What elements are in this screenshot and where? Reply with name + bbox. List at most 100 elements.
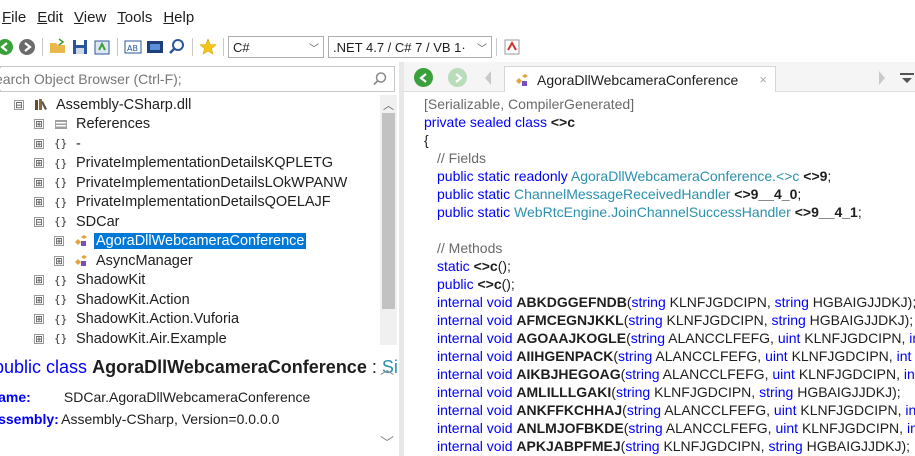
code-keyword: internal void [437, 330, 517, 346]
language-version-select[interactable]: .NET 4.7 / C# 7 / VB 1· ﹀ [328, 36, 492, 58]
code-member-name[interactable]: <>9__4_1 [795, 204, 858, 220]
tree-scrollbar[interactable]: ︿ ﹀ [380, 95, 397, 378]
expand-toggle-icon[interactable]: ⊞ [34, 275, 44, 286]
expand-toggle-icon[interactable]: ⊞ [34, 314, 44, 325]
scroll-up-icon[interactable]: ︿ [383, 97, 394, 113]
tree-node[interactable]: ⊞ {} ShadowKit [34, 271, 147, 291]
code-member-name[interactable]: <>9__4_0 [734, 186, 797, 202]
code-keyword: string [774, 294, 813, 310]
nav-forward-button[interactable] [448, 68, 467, 87]
tree-node[interactable]: ⊞ References [34, 115, 152, 135]
code-member-name[interactable]: <>c [477, 276, 501, 292]
code-keyword: uint [775, 420, 802, 436]
menu-edit[interactable]: Edit [35, 9, 72, 26]
tree-node-label: PrivateImplementationDetailsQOELAJF [76, 194, 331, 211]
forward-button[interactable] [18, 38, 36, 56]
all-members-icon [147, 41, 163, 53]
code-member-name[interactable]: ABKDGGEFNDB [516, 294, 626, 310]
code-member-name[interactable]: AMLILLLGAKI [516, 384, 611, 400]
tree-node[interactable]: ⊟ Assembly-CSharp.dll [14, 95, 193, 115]
code-line: // Fields [437, 149, 486, 167]
code-member-name[interactable]: AFMCEGNJKKL [516, 312, 623, 328]
menu-file[interactable]: File [0, 9, 35, 26]
tree-node-label: ShadowKit.Action.Vuforia [76, 311, 240, 328]
tree-node[interactable]: ⊞ {} ShadowKit.Action [34, 290, 192, 310]
collapse-toggle-icon[interactable]: ⊟ [14, 99, 24, 110]
expand-toggle-icon[interactable]: ⊞ [54, 236, 64, 247]
code-member-name[interactable]: ANLMJOFBKDE [516, 420, 623, 436]
favorites-button[interactable] [199, 38, 217, 56]
show-internal-types-button[interactable]: AB [124, 38, 142, 56]
code-member-name[interactable]: <>9 [803, 168, 827, 184]
tree-node-label: AsyncManager [96, 252, 193, 269]
tree-node[interactable]: ⊞ {} ShadowKit.Action.Vuforia [34, 310, 241, 330]
menu-view[interactable]: View [72, 9, 115, 26]
code-member-name[interactable]: AIIHGENPACK [516, 348, 613, 364]
tree-node-label: PrivateImplementationDetailsKQPLETG [76, 155, 334, 172]
search-input[interactable] [0, 68, 335, 90]
code-type[interactable]: AgoraDllWebcameraConference.<>c [571, 168, 803, 184]
expand-toggle-icon[interactable]: ⊞ [34, 119, 44, 130]
chevron-down-icon[interactable]: ﹀ [380, 433, 394, 453]
menu-help[interactable]: Help [161, 9, 203, 26]
code-type[interactable]: WebRtcEngine.JoinChannelSuccessHandler [514, 204, 795, 220]
expand-toggle-icon[interactable]: ⊞ [34, 294, 44, 305]
expand-toggle-icon[interactable]: ⊞ [34, 197, 44, 208]
language-select[interactable]: C# ﹀ [228, 36, 324, 58]
code-member-name[interactable]: APKJABPFMEJ [516, 438, 620, 454]
expand-toggle-icon[interactable]: ⊞ [54, 255, 64, 266]
tree-node-label: - [76, 135, 81, 152]
pane-splitter[interactable] [0, 345, 399, 355]
debug-step-button[interactable] [503, 38, 521, 56]
code-line: internal void AIIHGENPACK(string ALANCCL… [437, 347, 915, 365]
tab-scroll-left-icon[interactable] [484, 71, 492, 85]
tree-node[interactable]: ⊞ {} PrivateImplementationDetailsQOELAJF [34, 193, 333, 213]
class-icon [516, 73, 528, 86]
code-member-name[interactable]: AIKBJHEGOAG [516, 366, 620, 382]
code-text: KLNFJGDCIPN, [663, 438, 769, 454]
tree-node[interactable]: ⊟ {} SDCar [34, 212, 122, 232]
toolbar: AB C# ﹀ .NET 4.7 / C# 7 / VB 1· ﹀ [0, 34, 915, 60]
show-all-members-button[interactable] [146, 38, 164, 56]
namespace-icon: {} [54, 195, 68, 209]
expand-toggle-icon[interactable]: ⊞ [34, 138, 44, 149]
collapse-toggle-icon[interactable]: ⊟ [34, 216, 44, 227]
tree-node[interactable]: ⊞ AsyncManager [54, 251, 195, 271]
back-button[interactable] [0, 38, 14, 56]
nav-back-button[interactable] [414, 68, 433, 87]
code-type[interactable]: ChannelMessageReceivedHandler [514, 186, 734, 202]
search-box[interactable] [0, 66, 395, 92]
code-member-name[interactable]: ANKFFKCHHAJ [516, 402, 622, 418]
code-member-name[interactable]: AGOAAJKOGLE [516, 330, 626, 346]
tree-node[interactable]: ⊞ {} PrivateImplementationDetailsLOkWPANW [34, 173, 349, 193]
tree-node[interactable]: ⊞ AgoraDllWebcameraConference [54, 232, 307, 252]
tree-node[interactable]: ⊞ {} - [34, 134, 83, 154]
reload-button[interactable] [93, 38, 111, 56]
save-button[interactable] [71, 38, 89, 56]
code-keyword: uint [777, 330, 805, 346]
tree-node[interactable]: ⊞ {} ShadowKit.Air.Example [34, 329, 229, 345]
menu-tools[interactable]: Tools [115, 9, 161, 26]
tab-scroll-right-icon[interactable] [878, 71, 886, 85]
code-line: internal void APKJABPFMEJ(string KLNFJGD… [437, 437, 910, 455]
expand-toggle-icon[interactable]: ⊞ [34, 177, 44, 188]
tree-node-label: ShadowKit.Action [76, 291, 190, 308]
menu-file-label: ile [11, 8, 27, 26]
scrollbar-thumb[interactable] [382, 113, 395, 309]
search-toolbar-button[interactable] [168, 38, 186, 56]
code-line: internal void AIKBJHEGOAG(string ALANCCL… [437, 365, 915, 383]
namespace-icon: {} [54, 332, 68, 345]
search-icon[interactable] [372, 71, 388, 87]
close-icon[interactable]: × [759, 72, 767, 87]
expand-toggle-icon[interactable]: ⊞ [34, 158, 44, 169]
chevron-up-icon[interactable]: ︿ [380, 359, 394, 379]
tab-menu-icon[interactable] [900, 73, 914, 83]
tree-node[interactable]: ⊞ {} PrivateImplementationDetailsKQPLETG [34, 154, 335, 174]
document-tab[interactable]: AgoraDllWebcameraConference × [504, 66, 776, 92]
toolbar-separator [496, 38, 497, 56]
code-member-name[interactable]: <>c [551, 114, 575, 130]
expand-toggle-icon[interactable]: ⊞ [34, 333, 44, 344]
code-member-name[interactable]: <>c [474, 258, 498, 274]
code-text: KLNFJGDCIPN, [654, 384, 760, 400]
open-button[interactable] [49, 38, 67, 56]
